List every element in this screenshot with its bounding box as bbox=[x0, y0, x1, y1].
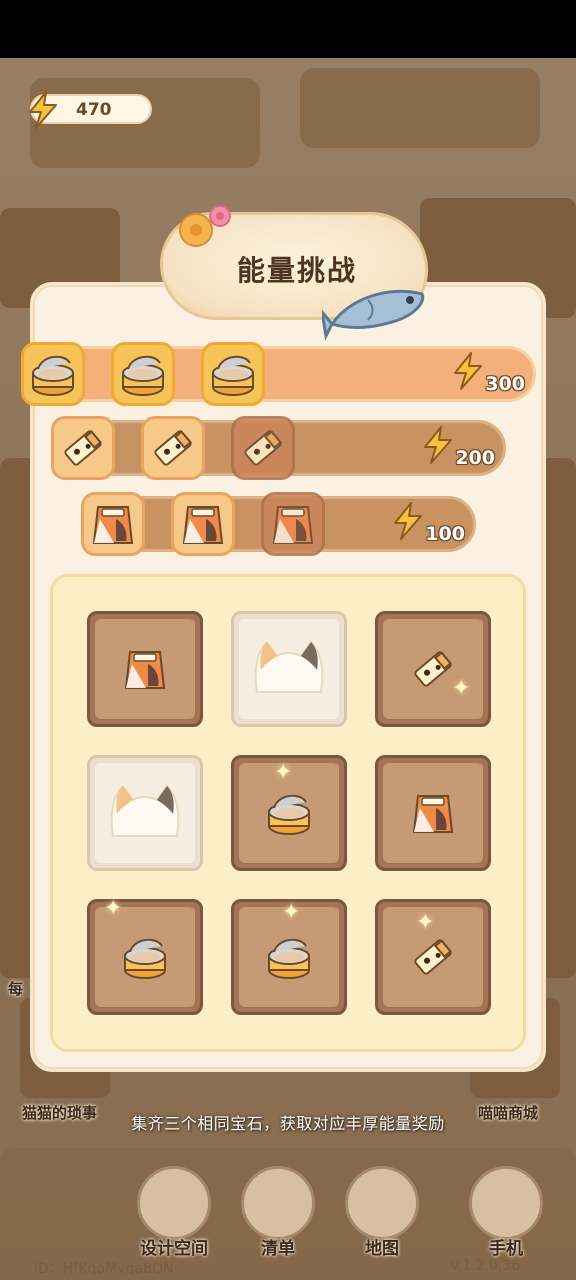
reward-row-100: 100 bbox=[81, 492, 476, 556]
reward-row-300: 300 bbox=[21, 342, 536, 406]
energy-value: 470 bbox=[76, 100, 112, 120]
energy-counter: 470 bbox=[29, 91, 152, 129]
can-icon bbox=[122, 355, 164, 396]
sparkle-icon: ✦ bbox=[282, 900, 301, 925]
map-pin-icon bbox=[345, 1166, 419, 1240]
slot-food-bag-1 bbox=[81, 492, 145, 556]
slot-can-1 bbox=[21, 342, 85, 406]
slot-food-bag-3 bbox=[261, 492, 325, 556]
lightning-icon bbox=[451, 351, 485, 395]
food-bag-icon bbox=[92, 506, 134, 544]
slot-food-bag-2 bbox=[171, 492, 235, 556]
nav-design-space[interactable]: 设计空间 bbox=[124, 1166, 224, 1259]
sparkle-icon: ✦ bbox=[104, 896, 123, 921]
reward-amount-300: 300 bbox=[451, 352, 525, 395]
board-cell-0-1[interactable] bbox=[231, 611, 347, 727]
version-text: V.1.2.0.36 bbox=[450, 1258, 521, 1274]
treat-stick-icon bbox=[244, 430, 282, 466]
food-bag-icon bbox=[124, 651, 166, 689]
flower-decoration-icon bbox=[176, 204, 236, 254]
checklist-icon bbox=[241, 1166, 315, 1240]
can-icon bbox=[32, 355, 74, 396]
slot-treat-stick-3 bbox=[231, 416, 295, 480]
board-cell-1-2[interactable] bbox=[375, 755, 491, 871]
can-icon bbox=[212, 355, 254, 396]
nav-map[interactable]: 地图 bbox=[332, 1166, 432, 1259]
lightning-icon bbox=[391, 501, 425, 545]
match-board bbox=[50, 574, 526, 1052]
phone-icon bbox=[469, 1166, 543, 1240]
dialog-hint: 集齐三个相同宝石，获取对应丰厚能量奖励 bbox=[131, 1114, 445, 1133]
lightning-icon bbox=[26, 90, 60, 134]
status-bar bbox=[0, 0, 576, 58]
food-bag-icon bbox=[272, 506, 314, 544]
food-bag-icon bbox=[182, 506, 224, 544]
slot-treat-stick-2 bbox=[141, 416, 205, 480]
lightning-icon bbox=[421, 425, 455, 469]
design-icon bbox=[137, 1166, 211, 1240]
board-cell-0-2[interactable] bbox=[375, 611, 491, 727]
sparkle-icon: ✦ bbox=[274, 760, 293, 785]
reward-row-200: 200 bbox=[51, 416, 506, 480]
board-cell-0-0[interactable] bbox=[87, 611, 203, 727]
nav-phone[interactable]: 手机 bbox=[456, 1166, 556, 1259]
nav-checklist[interactable]: 清单 bbox=[228, 1166, 328, 1259]
cat-face-icon bbox=[110, 784, 180, 837]
sparkle-icon: ✦ bbox=[452, 676, 471, 701]
side-label-daily: 每 bbox=[8, 980, 24, 998]
food-bag-icon bbox=[412, 795, 454, 833]
sparkle-icon: ✦ bbox=[416, 910, 435, 935]
treat-stick-icon bbox=[154, 430, 192, 466]
treat-stick-icon bbox=[64, 430, 102, 466]
slot-treat-stick-1 bbox=[51, 416, 115, 480]
reward-amount-100: 100 bbox=[391, 502, 465, 545]
can-icon bbox=[124, 938, 166, 979]
can-icon bbox=[268, 938, 310, 979]
board-cell-1-0[interactable] bbox=[87, 755, 203, 871]
player-id: ID：HfKqoMvqaBON bbox=[34, 1261, 174, 1277]
fish-decoration-icon bbox=[319, 266, 432, 350]
cat-face-icon bbox=[254, 640, 324, 693]
reward-amount-200: 200 bbox=[421, 426, 495, 469]
can-icon bbox=[268, 794, 310, 835]
treat-stick-icon bbox=[414, 939, 452, 975]
slot-can-2 bbox=[111, 342, 175, 406]
slot-can-3 bbox=[201, 342, 265, 406]
